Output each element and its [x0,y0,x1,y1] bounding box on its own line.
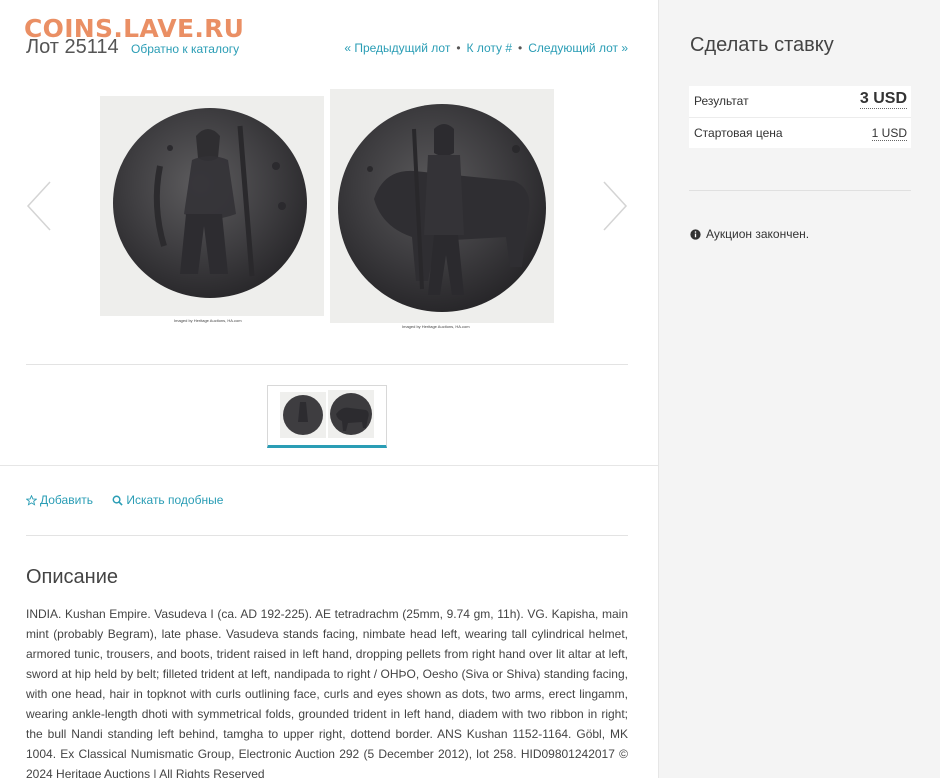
thumbnail-reverse [328,390,374,438]
add-label: Добавить [40,493,94,507]
previous-lot-link[interactable]: « Предыдущий лот [344,41,450,55]
lot-navigation: « Предыдущий лот • К лоту # • Следующий лот … [344,41,628,55]
image-gallery: Imaged by Heritage Auctions, HA.com Imag… [26,80,628,340]
chevron-right-icon [603,181,628,231]
description-text: INDIA. Kushan Empire. Vasudeva I (ca. AD… [26,607,628,778]
result-value: 3 USD [859,90,907,109]
gallery-thumbnail[interactable] [267,385,387,448]
bid-info-table: Результат 3 USD Стартовая цена 1 USD [689,86,911,148]
search-label: Искать подобные [126,493,224,507]
result-label: Результат [694,94,749,108]
divider [26,364,628,365]
image-credit: Imaged by Heritage Auctions, HA.com [174,318,242,323]
auction-status-text: Аукцион закончен. [706,227,810,241]
info-icon [690,228,701,240]
next-lot-link[interactable]: Следующий лот » [528,41,628,55]
thumbnail-obverse [280,392,326,438]
lot-main-panel: Лот 25114 Обратно к каталогу « Предыдущи… [0,0,658,778]
auction-status: Аукцион закончен. [690,227,809,241]
chevron-left-icon [26,181,51,231]
start-price-value: 1 USD [871,126,907,141]
site-watermark: COINS.LAVE.RU [24,14,245,43]
section-divider [0,465,658,466]
search-similar-button[interactable]: Искать подобные [112,493,223,507]
gallery-prev-button[interactable] [26,180,52,232]
coin-obverse-picture [113,108,307,298]
divider [26,535,628,536]
add-to-favorites-button[interactable]: Добавить [26,493,93,507]
goto-lot-link[interactable]: К лоту # [467,41,513,55]
lot-actions: Добавить Искать подобные [26,493,239,509]
image-credit: Imaged by Heritage Auctions, HA.com [402,324,470,329]
coin-image-reverse[interactable]: Imaged by Heritage Auctions, HA.com [330,89,554,329]
description-heading: Описание [26,566,119,588]
nav-separator: • [456,41,461,55]
coin-image-obverse[interactable]: Imaged by Heritage Auctions, HA.com [100,96,324,323]
search-icon [112,495,124,506]
back-to-catalog-link[interactable]: Обратно к каталогу [131,42,239,56]
gallery-next-button[interactable] [602,180,628,232]
start-price-row: Стартовая цена 1 USD [689,118,911,148]
divider [689,190,911,191]
coin-reverse-picture [338,104,546,312]
nav-separator: • [518,41,523,55]
star-icon [26,494,37,506]
result-row: Результат 3 USD [689,86,911,118]
start-price-label: Стартовая цена [694,126,783,140]
bid-heading: Сделать ставку [690,34,834,56]
bid-sidebar: Сделать ставку Результат 3 USD Стартовая… [658,0,940,778]
